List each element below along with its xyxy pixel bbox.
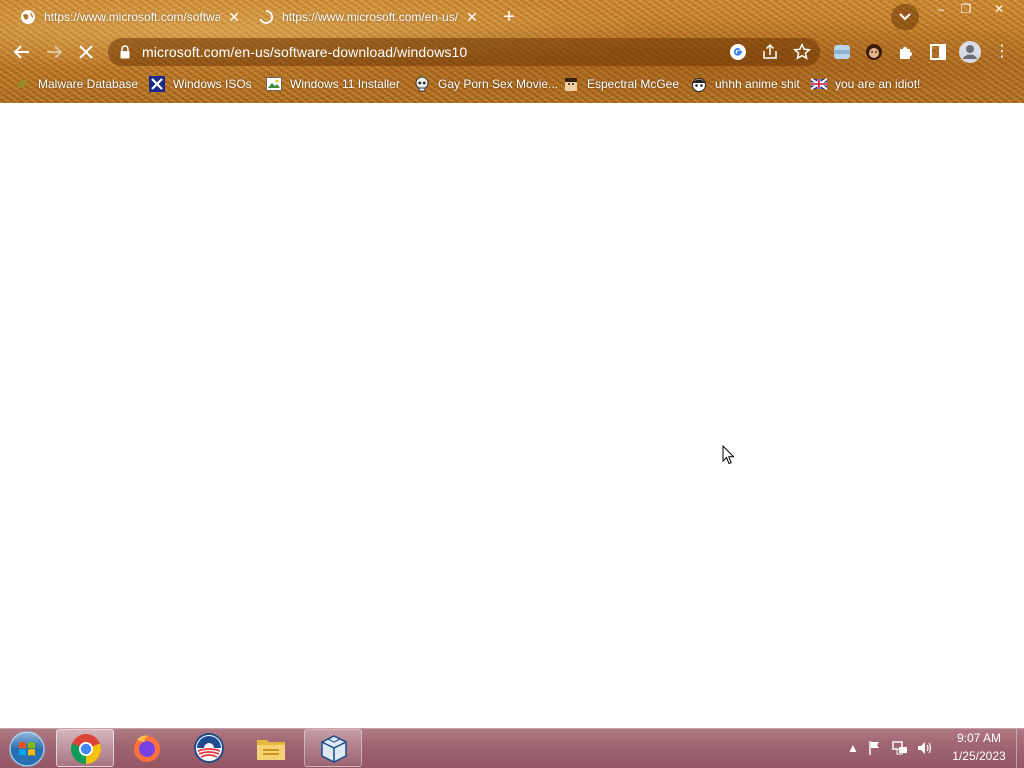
tab-search-button[interactable] xyxy=(891,4,919,30)
bookmark-label: Malware Database xyxy=(38,77,139,91)
x-logo-icon xyxy=(149,76,165,92)
minimize-button[interactable]: – xyxy=(928,0,954,18)
virtualbox-icon xyxy=(321,735,347,763)
close-icon xyxy=(79,45,93,59)
close-window-button[interactable]: ✕ xyxy=(984,0,1014,18)
obama-logo-icon xyxy=(194,733,224,763)
action-center-flag-icon[interactable] xyxy=(866,739,884,757)
bookmark-label: you are an idiot! xyxy=(835,77,921,91)
bookmark-windows-11-installer[interactable]: Windows 11 Installer xyxy=(266,75,400,93)
profile-avatar-icon[interactable] xyxy=(958,40,982,64)
google-lens-icon[interactable] xyxy=(728,42,748,62)
firefox-icon xyxy=(134,735,160,762)
bookmark-espectral-mcgee[interactable]: Espectral McGee xyxy=(563,75,679,93)
chrome-menu-button[interactable]: ⋮ xyxy=(994,42,1010,62)
taskbar-virtualbox-button[interactable] xyxy=(304,729,362,767)
bookmark-label: Windows 11 Installer xyxy=(290,77,400,91)
tab-title: https://www.microsoft.com/en-us/software… xyxy=(282,10,458,24)
close-icon[interactable]: ✕ xyxy=(464,9,480,25)
image-icon xyxy=(266,77,282,91)
show-desktop-button[interactable] xyxy=(1016,729,1024,768)
chevron-down-icon xyxy=(899,13,911,21)
anime-face-icon xyxy=(692,78,706,92)
bookmark-windows-isos[interactable]: Windows ISOs xyxy=(149,75,252,93)
arrow-right-icon xyxy=(47,45,63,59)
url-text[interactable]: microsoft.com/en-us/software-download/wi… xyxy=(142,44,467,60)
back-button[interactable] xyxy=(10,40,34,64)
start-button-icon[interactable] xyxy=(7,730,47,768)
chrome-icon xyxy=(71,734,101,764)
page-viewport[interactable] xyxy=(0,103,1024,728)
bookmark-label: Gay Porn Sex Movie... xyxy=(438,77,559,91)
restore-button[interactable]: ❐ xyxy=(954,0,978,18)
bookmark-label: uhhh anime shit xyxy=(715,77,800,91)
leaf-icon xyxy=(17,79,27,89)
taskbar-chrome-button[interactable] xyxy=(56,729,114,767)
taskbar-file-explorer-button[interactable] xyxy=(242,729,300,767)
taskbar-obama-logo-button[interactable] xyxy=(180,729,238,767)
tab-title: https://www.microsoft.com/software-downl… xyxy=(44,10,220,24)
clock-time[interactable]: 9:07 AM xyxy=(948,731,1010,745)
network-icon[interactable] xyxy=(891,739,909,757)
globe-icon xyxy=(21,10,35,24)
skull-icon xyxy=(415,76,429,92)
bookmark-label: Espectral McGee xyxy=(587,77,680,91)
share-icon[interactable] xyxy=(760,42,780,62)
stop-loading-button[interactable] xyxy=(74,40,98,64)
volume-icon[interactable] xyxy=(916,739,934,757)
side-panel-icon[interactable] xyxy=(928,42,948,62)
mouse-cursor-icon xyxy=(722,445,735,465)
extension-face-icon[interactable] xyxy=(864,42,884,62)
close-icon[interactable]: ✕ xyxy=(226,9,242,25)
arrow-left-icon xyxy=(13,45,29,59)
file-explorer-icon xyxy=(257,740,285,760)
bookmark-star-icon[interactable] xyxy=(792,42,812,62)
forward-button[interactable] xyxy=(42,40,66,64)
loading-spinner-icon xyxy=(259,10,274,24)
bookmark-label: Windows ISOs xyxy=(173,77,252,91)
clock-date[interactable]: 1/25/2023 xyxy=(944,749,1014,763)
extension-blue-icon[interactable] xyxy=(832,42,852,62)
uk-flag-icon xyxy=(811,78,827,90)
bookmark-gay-porn-sex-movie[interactable]: Gay Porn Sex Movie... xyxy=(414,75,558,93)
bookmark-malware-database[interactable]: Malware Database xyxy=(14,75,138,93)
tab-loading[interactable]: https://www.microsoft.com/en-us/software… xyxy=(246,4,486,30)
new-tab-button[interactable]: + xyxy=(497,6,521,28)
taskbar-firefox-button[interactable] xyxy=(118,729,176,767)
show-hidden-icons-icon[interactable]: ▲ xyxy=(844,739,862,757)
bookmark-you-are-an-idiot[interactable]: you are an idiot! xyxy=(811,75,920,93)
lock-icon[interactable] xyxy=(120,45,130,59)
face-icon xyxy=(565,78,577,91)
extensions-puzzle-icon[interactable] xyxy=(896,42,916,62)
tab-active[interactable]: https://www.microsoft.com/software-downl… xyxy=(8,4,244,30)
bookmark-uhhh-anime-shit[interactable]: uhhh anime shit xyxy=(691,75,800,93)
